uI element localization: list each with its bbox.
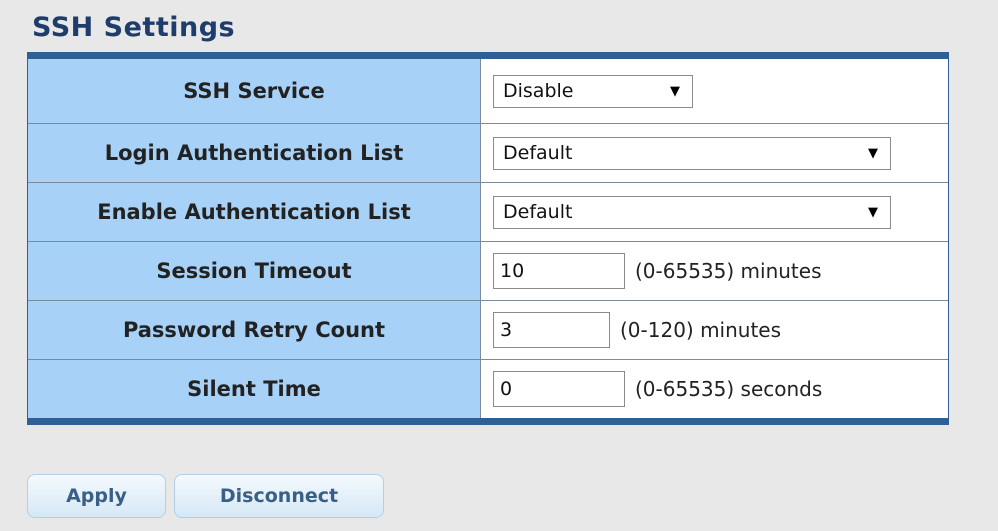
password-retry-count-range: (0-120) minutes <box>620 318 782 342</box>
disconnect-button[interactable]: Disconnect <box>174 474 384 518</box>
session-timeout-row: Session Timeout (0-65535) minutes <box>28 241 948 300</box>
enable-authentication-list-select[interactable]: Default ▼ <box>493 195 891 229</box>
enable-authentication-list-label: Enable Authentication List <box>28 183 481 241</box>
action-bar: Apply Disconnect <box>27 474 384 518</box>
session-timeout-label: Session Timeout <box>28 242 481 300</box>
ssh-service-cell: Disable ▼ <box>481 59 948 123</box>
password-retry-count-input[interactable] <box>493 312 610 348</box>
login-authentication-list-cell: Default ▼ <box>481 124 948 182</box>
silent-time-range: (0-65535) seconds <box>635 377 823 401</box>
password-retry-count-cell: (0-120) minutes <box>481 301 948 359</box>
ssh-service-label: SSH Service <box>28 59 481 123</box>
ssh-settings-table: SSH Service Disable ▼ Login Authenticati… <box>27 52 949 425</box>
login-authentication-list-value: Default <box>503 142 573 164</box>
chevron-down-icon: ▼ <box>868 145 878 161</box>
silent-time-row: Silent Time (0-65535) seconds <box>28 359 948 418</box>
session-timeout-range: (0-65535) minutes <box>635 259 822 283</box>
password-retry-count-row: Password Retry Count (0-120) minutes <box>28 300 948 359</box>
ssh-service-select[interactable]: Disable ▼ <box>493 74 693 108</box>
silent-time-label: Silent Time <box>28 360 481 418</box>
login-authentication-list-label: Login Authentication List <box>28 124 481 182</box>
chevron-down-icon: ▼ <box>670 83 680 99</box>
session-timeout-input[interactable] <box>493 253 625 289</box>
login-authentication-list-select[interactable]: Default ▼ <box>493 136 891 170</box>
silent-time-input[interactable] <box>493 371 625 407</box>
session-timeout-cell: (0-65535) minutes <box>481 242 948 300</box>
silent-time-cell: (0-65535) seconds <box>481 360 948 418</box>
enable-authentication-list-row: Enable Authentication List Default ▼ <box>28 182 948 241</box>
login-authentication-list-row: Login Authentication List Default ▼ <box>28 123 948 182</box>
ssh-service-value: Disable <box>503 80 574 102</box>
password-retry-count-label: Password Retry Count <box>28 301 481 359</box>
apply-button[interactable]: Apply <box>27 474 166 518</box>
enable-authentication-list-cell: Default ▼ <box>481 183 948 241</box>
ssh-service-row: SSH Service Disable ▼ <box>28 59 948 123</box>
enable-authentication-list-value: Default <box>503 201 573 223</box>
chevron-down-icon: ▼ <box>868 204 878 220</box>
page-title: SSH Settings <box>32 12 236 43</box>
